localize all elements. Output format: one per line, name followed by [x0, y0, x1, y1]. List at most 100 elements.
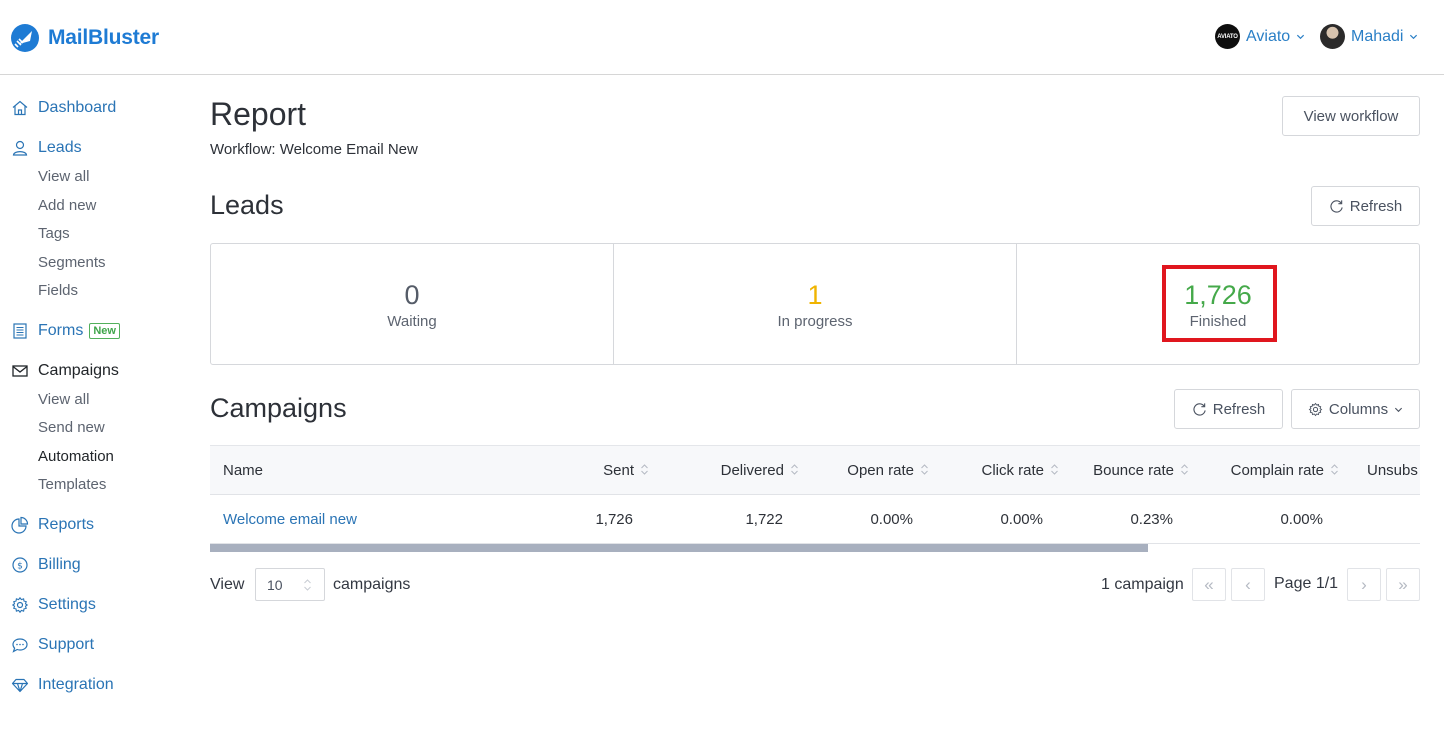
- page-title: Report: [210, 96, 307, 132]
- envelope-icon: [10, 361, 29, 380]
- column-header-open-rate[interactable]: Open rate: [807, 446, 937, 495]
- scrollbar-thumb[interactable]: [210, 544, 1148, 552]
- chat-bubble-icon: [10, 635, 29, 654]
- sort-icon: [641, 463, 648, 475]
- campaign-link[interactable]: Welcome email new: [223, 511, 357, 528]
- sidebar-item-leads[interactable]: Leads: [10, 138, 82, 157]
- logo-mark-icon: [11, 24, 39, 52]
- svg-text:$: $: [17, 561, 23, 571]
- user-menu[interactable]: Mahadi: [1320, 24, 1418, 49]
- per-page-suffix: campaigns: [333, 576, 411, 593]
- column-header-unsubscribe[interactable]: Unsubs: [1347, 446, 1420, 495]
- gear-icon: [10, 595, 29, 614]
- table-header-row: Name Sent Delivered Open rate Click rate…: [210, 445, 1420, 495]
- stat-label: Waiting: [387, 312, 437, 330]
- column-header-complain-rate[interactable]: Complain rate: [1197, 446, 1347, 495]
- view-label: View: [210, 576, 245, 593]
- refresh-icon: [1193, 402, 1206, 416]
- user-name: Mahadi: [1351, 27, 1404, 45]
- chevron-left-icon: ‹: [1245, 574, 1251, 594]
- refresh-icon: [1330, 199, 1343, 213]
- sidebar-subitem-leads-fields[interactable]: Fields: [38, 282, 78, 299]
- sort-icon: [1181, 463, 1188, 475]
- columns-label: Columns: [1328, 400, 1389, 418]
- last-page-button[interactable]: »: [1386, 568, 1420, 601]
- form-icon: [10, 321, 29, 340]
- sort-icon: [1331, 463, 1338, 475]
- leads-section-title: Leads: [210, 190, 284, 220]
- pie-chart-icon: [10, 515, 29, 534]
- cell-bounce-rate: 0.23%: [1130, 510, 1173, 528]
- campaigns-section-title: Campaigns: [210, 393, 347, 423]
- diamond-icon: [10, 675, 29, 694]
- sidebar-item-support[interactable]: Support: [10, 635, 94, 654]
- sidebar-subitem-leads-tags[interactable]: Tags: [38, 225, 70, 242]
- chevron-down-icon: [1395, 407, 1403, 412]
- new-badge: New: [89, 322, 120, 339]
- dollar-circle-icon: $: [10, 555, 29, 574]
- stat-label: In progress: [777, 312, 853, 330]
- first-page-button[interactable]: «: [1192, 568, 1226, 601]
- cell-open-rate: 0.00%: [870, 510, 913, 528]
- sidebar-subitem-leads-add-new[interactable]: Add new: [38, 197, 96, 214]
- cell-name: Welcome email new: [210, 495, 510, 544]
- sidebar-subitem-campaigns-automation[interactable]: Automation: [38, 448, 114, 465]
- sidebar-item-label: Leads: [38, 138, 82, 156]
- campaign-count: 1 campaign: [1101, 576, 1184, 593]
- organization-menu[interactable]: AVIATO Aviato: [1215, 24, 1305, 49]
- sidebar-item-forms[interactable]: Forms New: [10, 321, 120, 340]
- refresh-label: Refresh: [1212, 400, 1266, 418]
- sidebar-item-integration[interactable]: Integration: [10, 675, 114, 694]
- sidebar-item-settings[interactable]: Settings: [10, 595, 96, 614]
- sidebar-item-dashboard[interactable]: Dashboard: [10, 98, 116, 117]
- sidebar-item-reports[interactable]: Reports: [10, 515, 94, 534]
- stat-in-progress: 1 In progress: [614, 244, 1017, 364]
- sidebar-subitem-campaigns-view-all[interactable]: View all: [38, 391, 89, 408]
- sidebar-subitem-campaigns-send-new[interactable]: Send new: [38, 419, 105, 436]
- column-header-bounce-rate[interactable]: Bounce rate: [1067, 446, 1197, 495]
- column-header-click-rate[interactable]: Click rate: [937, 446, 1067, 495]
- campaigns-table: Name Sent Delivered Open rate Click rate…: [210, 445, 1420, 552]
- refresh-label: Refresh: [1349, 197, 1403, 215]
- sort-icon: [1051, 463, 1058, 475]
- home-icon: [10, 98, 29, 117]
- user-avatar: [1320, 24, 1345, 49]
- columns-dropdown-button[interactable]: Columns: [1291, 389, 1420, 429]
- sort-icon: [921, 463, 928, 475]
- chevron-right-icon: ›: [1361, 574, 1367, 594]
- sidebar-item-billing[interactable]: $ Billing: [10, 555, 81, 574]
- workflow-subtitle: Workflow: Welcome Email New: [210, 141, 418, 158]
- campaigns-refresh-button[interactable]: Refresh: [1174, 389, 1283, 429]
- cell-sent: 1,726: [595, 510, 633, 528]
- previous-page-button[interactable]: ‹: [1231, 568, 1265, 601]
- sidebar-subitem-leads-view-all[interactable]: View all: [38, 168, 89, 185]
- cell-click-rate: 0.00%: [1000, 510, 1043, 528]
- sidebar-item-label: Forms: [38, 321, 84, 339]
- sidebar-item-label: Dashboard: [38, 98, 117, 116]
- page-indicator: Page 1/1: [1274, 575, 1339, 592]
- view-workflow-label: View workflow: [1303, 107, 1399, 125]
- sidebar-item-campaigns[interactable]: Campaigns: [10, 361, 119, 380]
- view-workflow-button[interactable]: View workflow: [1282, 96, 1420, 136]
- column-header-sent[interactable]: Sent: [510, 446, 657, 495]
- table-horizontal-scrollbar[interactable]: [210, 544, 1420, 552]
- sidebar-subitem-leads-segments[interactable]: Segments: [38, 254, 106, 271]
- stat-waiting: 0 Waiting: [211, 244, 614, 364]
- double-chevron-left-icon: «: [1204, 574, 1214, 594]
- next-page-button[interactable]: ›: [1347, 568, 1381, 601]
- per-page-stepper[interactable]: 10: [255, 568, 325, 601]
- sort-icon: [791, 463, 798, 475]
- cell-unsubscribe: [1347, 495, 1420, 544]
- brand-name: MailBluster: [48, 26, 159, 49]
- column-header-delivered[interactable]: Delivered: [657, 446, 807, 495]
- stat-value: 0: [404, 279, 420, 310]
- organization-name: Aviato: [1246, 27, 1291, 45]
- sidebar-item-label: Settings: [38, 595, 96, 613]
- brand-logo[interactable]: MailBluster: [10, 23, 159, 53]
- leads-refresh-button[interactable]: Refresh: [1311, 186, 1420, 226]
- per-page-value: 10: [267, 576, 283, 593]
- chevron-down-icon: [1410, 34, 1418, 40]
- column-header-name[interactable]: Name: [210, 446, 510, 495]
- sidebar-subitem-campaigns-templates[interactable]: Templates: [38, 476, 106, 493]
- cell-delivered: 1,722: [745, 510, 783, 528]
